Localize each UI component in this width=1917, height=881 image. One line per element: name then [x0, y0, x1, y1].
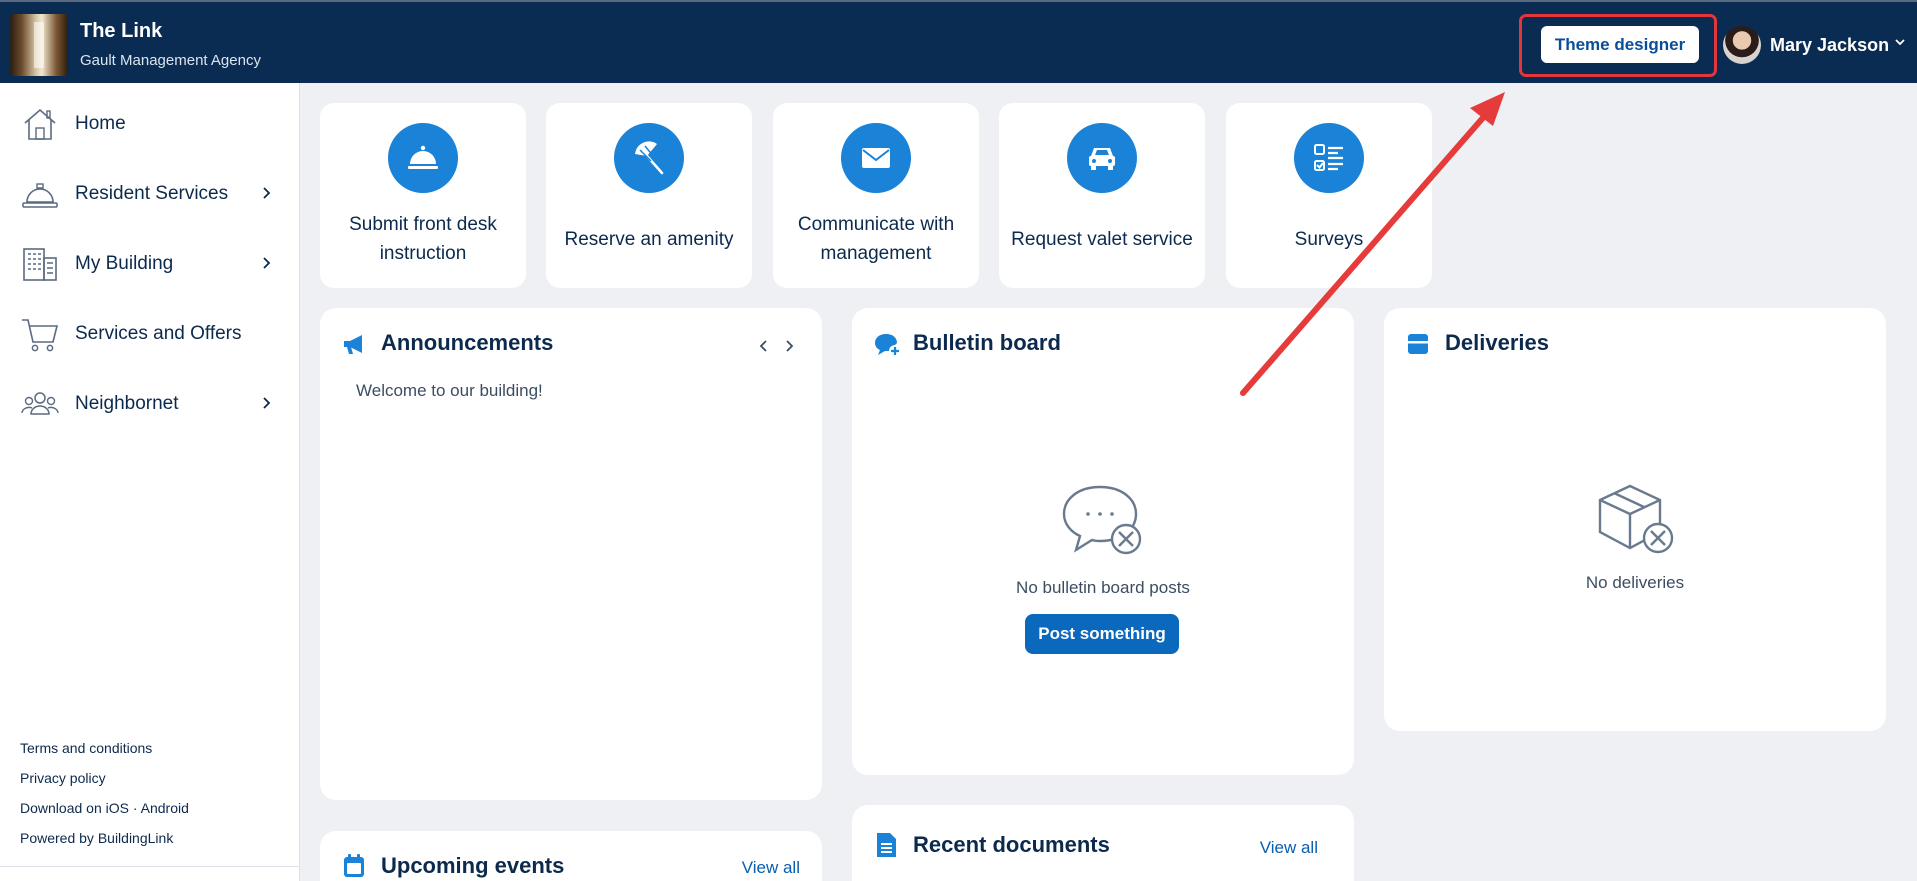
annotation-arrow: [1240, 92, 1505, 396]
